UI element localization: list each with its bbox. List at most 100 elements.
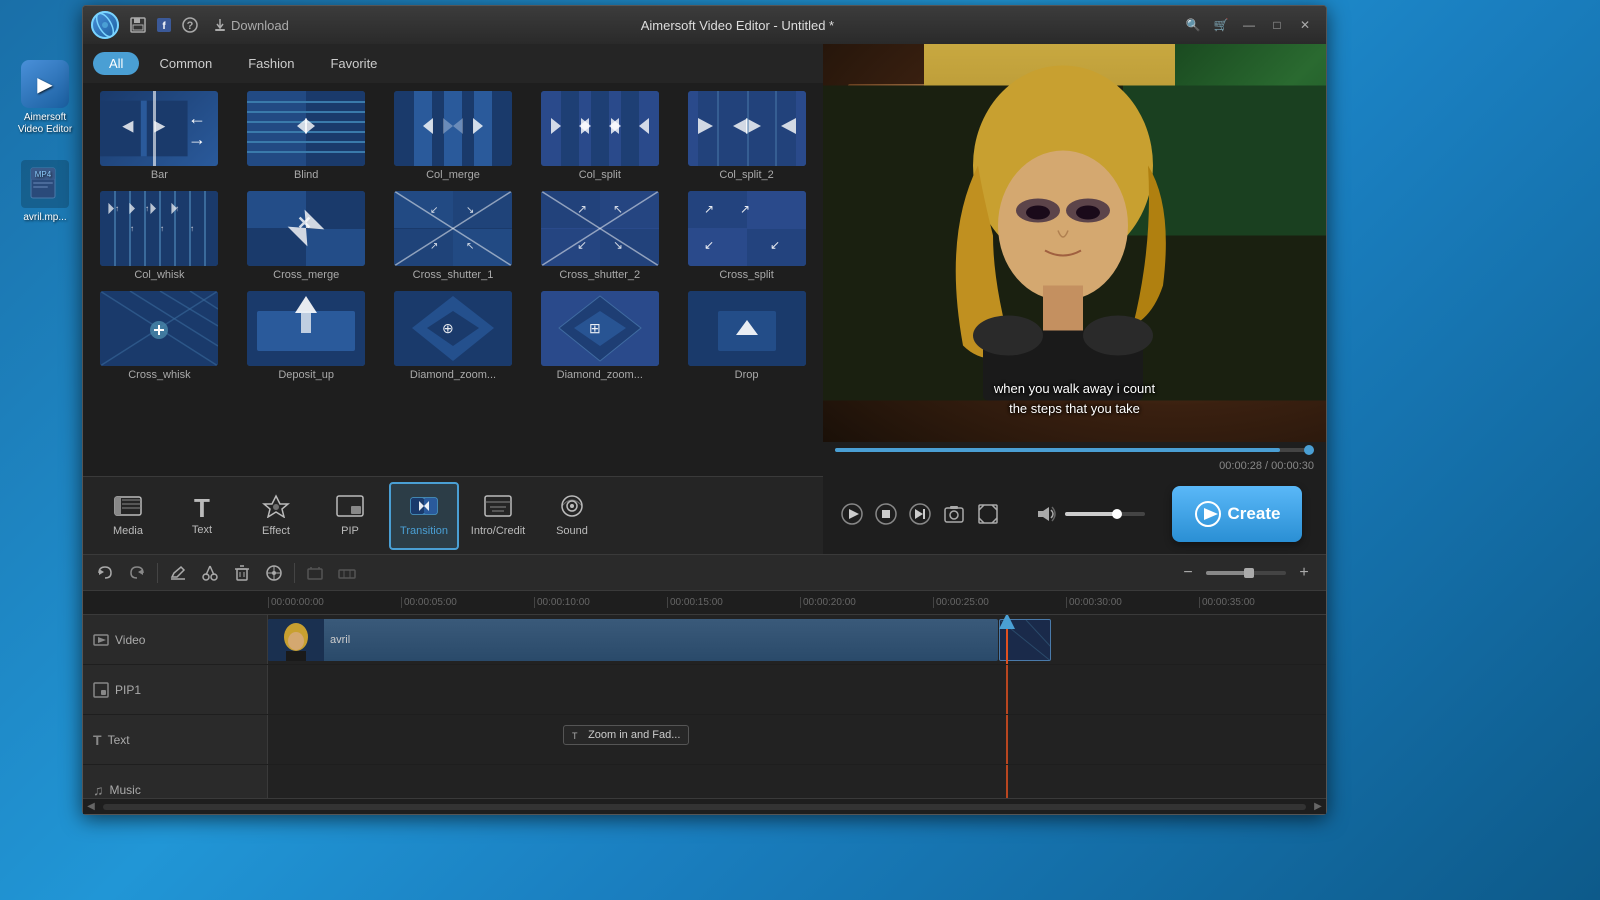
transition-cross-shutter-2-label: Cross_shutter_2	[559, 269, 640, 281]
create-button[interactable]: Create	[1172, 486, 1302, 542]
step-forward-button[interactable]	[905, 499, 935, 529]
tool-sound[interactable]: Sound	[537, 482, 607, 550]
video-track-content[interactable]: avril	[268, 615, 1326, 664]
transition-col-split[interactable]: Col_split	[529, 89, 670, 183]
svg-text:↙: ↙	[770, 238, 780, 252]
track-label-music: ♫ Music	[83, 765, 268, 798]
right-panel: when you walk away i count the steps tha…	[823, 44, 1326, 554]
progress-bar-container[interactable]	[831, 442, 1318, 458]
hscroll-track[interactable]	[103, 804, 1306, 810]
scroll-left-button[interactable]: ◀	[83, 799, 99, 814]
volume-button[interactable]	[1031, 499, 1061, 529]
minimize-button[interactable]: —	[1236, 14, 1262, 36]
play-button[interactable]	[837, 499, 867, 529]
svg-text:↖: ↖	[466, 241, 474, 252]
desktop-icon-avril[interactable]: MP4 avril.mp...	[10, 160, 80, 223]
ruler-tick-2: 00:00:10:00	[534, 597, 667, 608]
text-track-content[interactable]: T Zoom in and Fad...	[268, 715, 1326, 764]
desktop-icon2-label: avril.mp...	[23, 212, 66, 223]
effect-icon	[262, 494, 290, 522]
transition-cross-shutter-1[interactable]: ↙ ↘ ↗ ↖ Cross_shutter_1	[383, 189, 524, 283]
ruler-tick-7: 00:00:35:00	[1199, 597, 1326, 608]
transition-cross-merge[interactable]: ✕ Cross_merge	[236, 189, 377, 283]
close-button[interactable]: ✕	[1292, 14, 1318, 36]
transition-drop[interactable]: Drop	[676, 289, 817, 383]
transition-blind-label: Blind	[294, 169, 318, 181]
playhead	[1006, 615, 1008, 664]
stop-button[interactable]	[871, 499, 901, 529]
zoom-out-button[interactable]: −	[1174, 560, 1202, 586]
cut-button[interactable]	[196, 560, 224, 586]
audio-button[interactable]	[260, 560, 288, 586]
progress-bar-track[interactable]	[835, 448, 1314, 452]
video-clip-main[interactable]: avril	[268, 619, 998, 661]
music-track-content[interactable]	[268, 765, 1326, 798]
scroll-right-button[interactable]: ▶	[1310, 799, 1326, 814]
transition-col-merge[interactable]: Col_merge	[383, 89, 524, 183]
transition-cross-shutter-2[interactable]: ↗ ↖ ↙ ↘ Cross_shutter_2	[529, 189, 670, 283]
transition-deposit-up[interactable]: Deposit_up	[236, 289, 377, 383]
detach-audio-button[interactable]	[333, 560, 361, 586]
transition-blind[interactable]: Blind	[236, 89, 377, 183]
fullscreen-button[interactable]	[973, 499, 1003, 529]
transition-cross-split[interactable]: ↗ ↗ ↙ ↙ Cross_split	[676, 189, 817, 283]
track-text: T Text T Zoom in and Fad...	[83, 715, 1326, 765]
svg-text:↑: ↑	[175, 204, 179, 213]
tab-all[interactable]: All	[93, 52, 139, 75]
window-title: Aimersoft Video Editor - Untitled *	[301, 18, 1174, 33]
transition-col-split-2[interactable]: Col_split_2	[676, 89, 817, 183]
playhead-pip1	[1006, 665, 1008, 714]
search-icon-btn[interactable]: 🔍	[1180, 14, 1206, 36]
transition-cross-shutter-1-label: Cross_shutter_1	[413, 269, 494, 281]
playhead-music	[1006, 765, 1008, 798]
progress-bar-fill	[835, 448, 1280, 452]
transition-col-merge-label: Col_merge	[426, 169, 480, 181]
maximize-button[interactable]: □	[1264, 14, 1290, 36]
tool-text-label: Text	[192, 524, 212, 536]
transition-col-split-2-label: Col_split_2	[719, 169, 773, 181]
pip1-track-content[interactable]	[268, 665, 1326, 714]
desktop-icon-aimersoft[interactable]: Aimersoft Video Editor	[10, 60, 80, 136]
transition-cross-whisk[interactable]: Cross_whisk	[89, 289, 230, 383]
playback-controls: Create	[831, 474, 1318, 554]
redo-button[interactable]	[123, 560, 151, 586]
tool-text[interactable]: T Text	[167, 482, 237, 550]
save-button[interactable]	[127, 14, 149, 36]
help-button[interactable]: ?	[179, 14, 201, 36]
edit-button[interactable]	[164, 560, 192, 586]
tool-pip[interactable]: PIP	[315, 482, 385, 550]
tool-intro-credit[interactable]: Intro/Credit	[463, 482, 533, 550]
download-button[interactable]: Download	[207, 16, 295, 35]
undo-button[interactable]	[91, 560, 119, 586]
tab-favorite[interactable]: Favorite	[314, 52, 393, 75]
speed-button[interactable]	[301, 560, 329, 586]
shopping-cart-btn[interactable]: 🛒	[1208, 14, 1234, 36]
text-track-label: Text	[108, 733, 130, 747]
transition-col-whisk[interactable]: ↑ ↑ ↑ ↑ ↑ ↑ Col_whisk	[89, 189, 230, 283]
track-pip1: PIP1	[83, 665, 1326, 715]
tool-pip-label: PIP	[341, 525, 359, 537]
snapshot-button[interactable]	[939, 499, 969, 529]
zoom-track[interactable]	[1206, 571, 1286, 575]
tab-fashion[interactable]: Fashion	[232, 52, 310, 75]
tool-effect[interactable]: Effect	[241, 482, 311, 550]
transition-diamond-zoom-2[interactable]: ⊞ Diamond_zoom...	[529, 289, 670, 383]
svg-text:↑: ↑	[160, 224, 164, 233]
title-bar: f ? Download Aimersoft Video Editor - Un…	[83, 6, 1326, 44]
tool-media[interactable]: Media	[93, 482, 163, 550]
timeline-toolbar: − +	[83, 555, 1326, 591]
text-tool-icon: T	[194, 495, 210, 521]
volume-track[interactable]	[1065, 512, 1145, 516]
transition-bar-label: Bar	[151, 169, 168, 181]
transition-diamond-zoom-1[interactable]: ⊕ Diamond_zoom...	[383, 289, 524, 383]
delete-button[interactable]	[228, 560, 256, 586]
tab-common[interactable]: Common	[143, 52, 228, 75]
tools-toolbar: Media T Text Effect	[83, 476, 823, 554]
facebook-button[interactable]: f	[153, 14, 175, 36]
aimersoft-icon	[21, 60, 69, 108]
zoom-in-button[interactable]: +	[1290, 560, 1318, 586]
transition-bar[interactable]: Bar	[89, 89, 230, 183]
tool-transition[interactable]: Transition	[389, 482, 459, 550]
sound-icon	[558, 494, 586, 522]
svg-text:✕: ✕	[297, 213, 312, 233]
